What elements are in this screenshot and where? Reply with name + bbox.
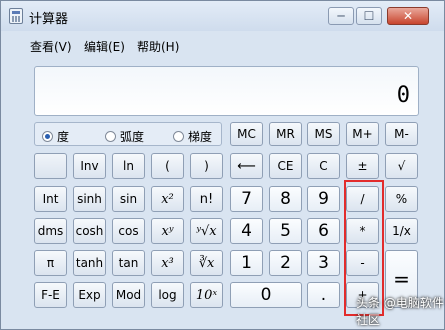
left-paren-button[interactable]: ( bbox=[151, 153, 184, 179]
digit-3-button[interactable]: 3 bbox=[307, 250, 340, 276]
clear-button[interactable]: C bbox=[307, 153, 340, 179]
title-bar: 计算器 ─ ☐ ✕ bbox=[1, 1, 444, 31]
radio-unselected-icon bbox=[105, 131, 116, 142]
tanh-button[interactable]: tanh bbox=[73, 250, 106, 276]
radio-gradian[interactable]: 梯度 bbox=[173, 128, 212, 145]
square-root-button[interactable]: √ bbox=[385, 153, 418, 179]
display-value: 0 bbox=[396, 83, 410, 108]
menu-edit[interactable]: 编辑(E) bbox=[84, 38, 125, 55]
blank-button[interactable] bbox=[34, 153, 67, 179]
menu-help[interactable]: 帮助(H) bbox=[137, 38, 179, 55]
factorial-button[interactable]: n! bbox=[190, 186, 223, 212]
digit-0-button[interactable]: 0 bbox=[230, 282, 302, 308]
yth-root-button[interactable]: ʸ√x bbox=[190, 218, 223, 244]
cosh-button[interactable]: cosh bbox=[73, 218, 106, 244]
close-button[interactable]: ✕ bbox=[387, 7, 429, 25]
radio-degree[interactable]: 度 bbox=[42, 128, 69, 145]
minimize-button[interactable]: ─ bbox=[328, 7, 354, 25]
mod-button[interactable]: Mod bbox=[112, 282, 145, 308]
digit-8-button[interactable]: 8 bbox=[269, 186, 302, 212]
digit-2-button[interactable]: 2 bbox=[269, 250, 302, 276]
sinh-button[interactable]: sinh bbox=[73, 186, 106, 212]
memory-store-button[interactable]: MS bbox=[307, 122, 340, 146]
menu-view[interactable]: 查看(V) bbox=[30, 38, 72, 55]
memory-add-button[interactable]: M+ bbox=[346, 122, 379, 146]
cube-root-button[interactable]: ∛x bbox=[190, 250, 223, 276]
integer-button[interactable]: Int bbox=[34, 186, 67, 212]
calculator-app-icon bbox=[9, 8, 23, 24]
radio-selected-icon bbox=[42, 131, 53, 142]
radio-unselected-icon bbox=[173, 131, 184, 142]
square-button[interactable]: x² bbox=[151, 186, 184, 212]
radio-gradian-label: 梯度 bbox=[188, 130, 213, 144]
exp-button[interactable]: Exp bbox=[73, 282, 106, 308]
decimal-button[interactable]: . bbox=[307, 282, 340, 308]
pi-button[interactable]: π bbox=[34, 250, 67, 276]
sin-button[interactable]: sin bbox=[112, 186, 145, 212]
reciprocal-button[interactable]: 1/x bbox=[385, 218, 418, 244]
tan-button[interactable]: tan bbox=[112, 250, 145, 276]
percent-button[interactable]: % bbox=[385, 186, 418, 212]
power-button[interactable]: xʸ bbox=[151, 218, 184, 244]
watermark-text: 头条 @电脑软件社区 bbox=[356, 296, 444, 327]
ten-power-button[interactable]: 10ˣ bbox=[190, 282, 223, 308]
digit-5-button[interactable]: 5 bbox=[269, 218, 302, 244]
right-paren-button[interactable]: ) bbox=[190, 153, 223, 179]
memory-clear-button[interactable]: MC bbox=[230, 122, 263, 146]
radio-radian-label: 弧度 bbox=[120, 130, 145, 144]
fixed-exponent-button[interactable]: F-E bbox=[34, 282, 67, 308]
digit-6-button[interactable]: 6 bbox=[307, 218, 340, 244]
log-button[interactable]: log bbox=[151, 282, 184, 308]
maximize-button[interactable]: ☐ bbox=[356, 7, 382, 25]
menu-bar: 查看(V) 编辑(E) 帮助(H) bbox=[1, 36, 444, 56]
memory-recall-button[interactable]: MR bbox=[269, 122, 302, 146]
dms-button[interactable]: dms bbox=[34, 218, 67, 244]
clear-entry-button[interactable]: CE bbox=[269, 153, 302, 179]
radio-degree-label: 度 bbox=[57, 130, 70, 144]
cos-button[interactable]: cos bbox=[112, 218, 145, 244]
memory-subtract-button[interactable]: M- bbox=[385, 122, 418, 146]
angle-mode-group: 度 弧度 梯度 bbox=[34, 122, 222, 146]
negate-button[interactable]: ± bbox=[346, 153, 379, 179]
digit-9-button[interactable]: 9 bbox=[307, 186, 340, 212]
window-title: 计算器 bbox=[29, 12, 69, 27]
digit-7-button[interactable]: 7 bbox=[230, 186, 263, 212]
inverse-button[interactable]: Inv bbox=[73, 153, 106, 179]
digit-1-button[interactable]: 1 bbox=[230, 250, 263, 276]
ln-button[interactable]: ln bbox=[112, 153, 145, 179]
cube-button[interactable]: x³ bbox=[151, 250, 184, 276]
calculator-window: 计算器 ─ ☐ ✕ 查看(V) 编辑(E) 帮助(H) 0 度 弧度 梯度 MC… bbox=[0, 0, 445, 330]
result-display: 0 bbox=[34, 66, 419, 116]
radio-radian[interactable]: 弧度 bbox=[105, 128, 144, 145]
digit-4-button[interactable]: 4 bbox=[230, 218, 263, 244]
backspace-button[interactable]: ⟵ bbox=[230, 153, 263, 179]
